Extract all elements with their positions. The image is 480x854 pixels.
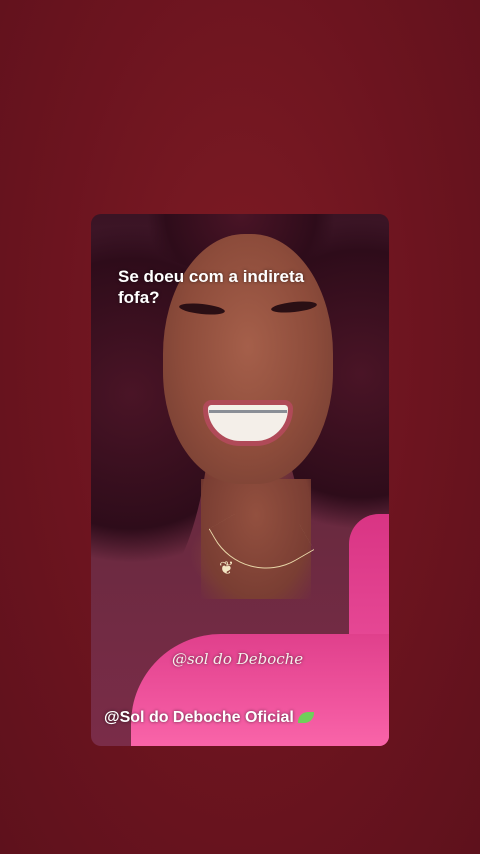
story-caption: Se doeu com a indireta fofa? bbox=[118, 267, 305, 307]
butterfly-pendant-icon: ❦ bbox=[219, 558, 235, 579]
watermark-text: @sol do Deboche bbox=[172, 650, 304, 668]
credit-text: @Sol do Deboche Oficial bbox=[104, 709, 294, 726]
four-leaf-clover-icon bbox=[297, 712, 314, 724]
credit-line: @Sol do Deboche Oficial bbox=[104, 709, 314, 727]
story-background: { "story": { "caption": "Se doeu com a i… bbox=[0, 0, 480, 854]
braces bbox=[209, 410, 287, 413]
